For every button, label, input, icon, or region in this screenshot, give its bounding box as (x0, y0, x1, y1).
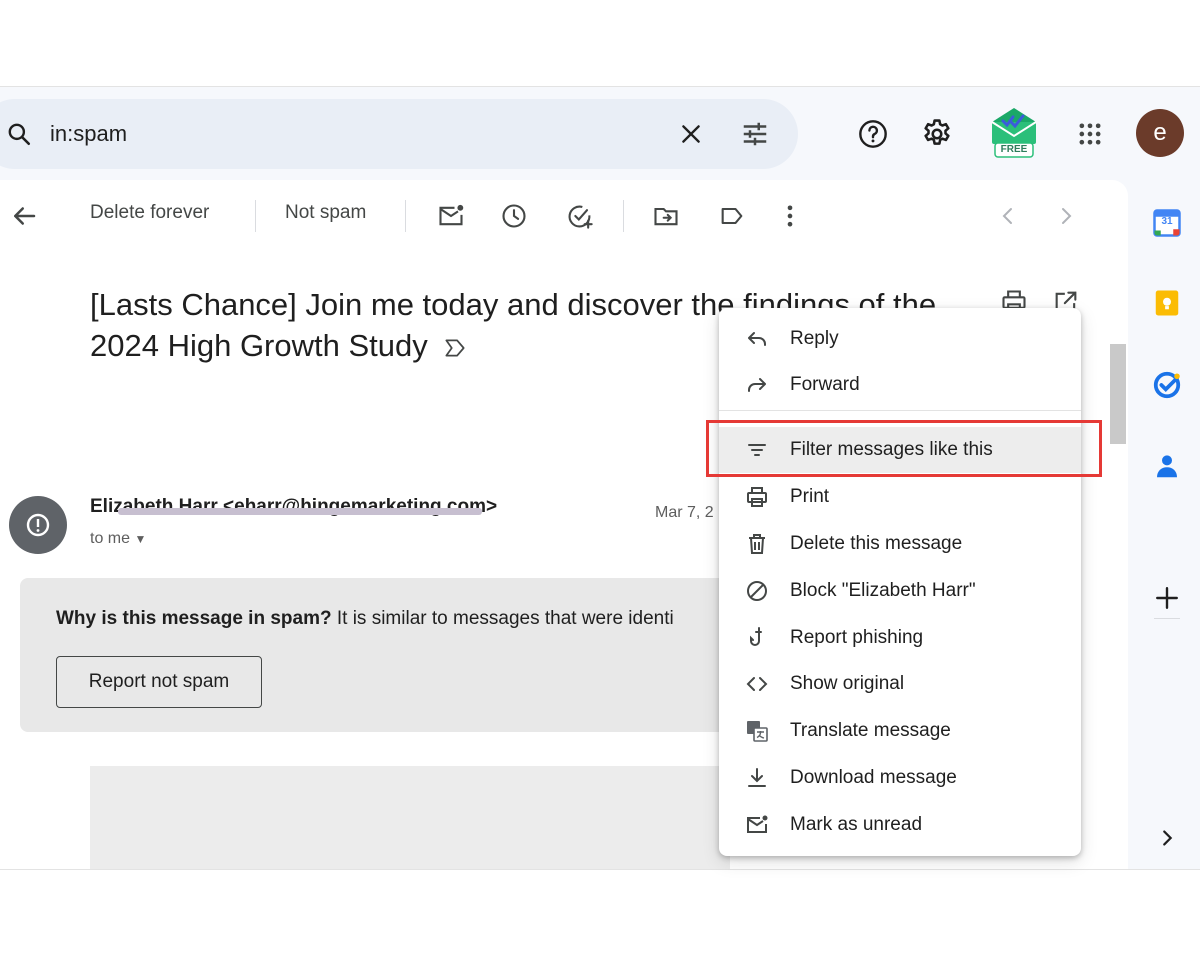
search-bar[interactable]: in:spam (0, 99, 798, 169)
more-options-icon[interactable] (774, 200, 806, 232)
menu-item-label: Reply (790, 328, 839, 349)
download-icon (743, 764, 771, 792)
add-addon-plus-icon[interactable] (1150, 581, 1184, 615)
trash-icon (743, 530, 771, 558)
menu-item-report-phishing[interactable]: Report phishing (719, 615, 1081, 661)
mark-unread-icon (743, 811, 771, 839)
report-not-spam-button[interactable]: Report not spam (56, 656, 262, 708)
menu-item-label: Report phishing (790, 627, 924, 648)
menu-item-label: Translate message (790, 720, 951, 741)
forward-icon (743, 371, 771, 399)
print-icon (743, 483, 771, 511)
menu-item-delete[interactable]: Delete this message (719, 521, 1081, 567)
menu-item-label: Forward (790, 374, 860, 395)
reply-icon (743, 325, 771, 353)
menu-item-label: Mark as unread (790, 814, 923, 835)
menu-item-block-sender[interactable]: Block "Elizabeth Harr" (719, 568, 1081, 614)
back-arrow-icon[interactable] (8, 200, 40, 232)
label-icon[interactable] (716, 200, 748, 232)
redaction-strike (118, 508, 482, 515)
email-body-image-placeholder (90, 766, 730, 869)
tasks-icon[interactable] (1150, 368, 1184, 402)
move-to-folder-icon[interactable] (650, 200, 682, 232)
contacts-icon[interactable] (1150, 449, 1184, 483)
toolbar-divider (255, 200, 256, 232)
menu-item-label: Print (790, 486, 830, 507)
search-query[interactable]: in:spam (50, 121, 127, 147)
extension-badge: FREE (1000, 144, 1028, 155)
menu-item-download[interactable]: Download message (719, 755, 1081, 801)
rail-divider (1154, 618, 1180, 619)
older-chevron-icon[interactable] (1050, 200, 1082, 232)
menu-item-show-original[interactable]: Show original (719, 661, 1081, 707)
phishing-hook-icon (743, 624, 771, 652)
search-options-icon[interactable] (740, 119, 770, 149)
menu-item-reply[interactable]: Reply (719, 316, 1081, 362)
help-icon[interactable] (853, 114, 893, 154)
recipient-text: to me (90, 530, 131, 547)
spam-notice-text: Why is this message in spam? It is simil… (56, 608, 674, 630)
clear-search-icon[interactable] (676, 119, 706, 149)
caret-down-icon[interactable]: ▼ (134, 532, 146, 546)
menu-item-forward[interactable]: Forward (719, 362, 1081, 408)
highlight-annotation-box (706, 420, 1102, 477)
message-date: Mar 7, 2 (655, 504, 714, 521)
menu-separator (719, 410, 1081, 411)
delete-forever-button[interactable]: Delete forever (90, 202, 209, 224)
menu-item-print[interactable]: Print (719, 474, 1081, 520)
mail-tracker-extension-icon[interactable]: FREE (986, 106, 1042, 162)
spam-notice: Why is this message in spam? It is simil… (20, 578, 740, 732)
newer-chevron-icon[interactable] (992, 200, 1024, 232)
scrollbar-thumb[interactable] (1110, 344, 1126, 444)
toolbar-divider (623, 200, 624, 232)
keep-notes-icon[interactable] (1150, 286, 1184, 320)
translate-icon (743, 717, 771, 745)
not-spam-button[interactable]: Not spam (285, 202, 366, 224)
snooze-clock-icon[interactable] (498, 200, 530, 232)
block-icon (743, 577, 771, 605)
calendar-day: 31 (1161, 216, 1173, 227)
settings-gear-icon[interactable] (917, 114, 957, 154)
message-more-menu: Reply Forward Filter messages like this … (719, 308, 1081, 856)
code-icon (743, 670, 771, 698)
menu-item-mark-unread[interactable]: Mark as unread (719, 802, 1081, 848)
search-icon[interactable] (6, 121, 32, 147)
menu-item-label: Delete this message (790, 533, 963, 554)
menu-item-label: Download message (790, 767, 957, 788)
add-task-icon[interactable] (564, 200, 596, 232)
important-marker-icon[interactable] (442, 335, 468, 361)
spam-reason: It is similar to messages that were iden… (331, 608, 674, 629)
sender-avatar[interactable] (9, 496, 67, 554)
spam-question: Why is this message in spam? (56, 608, 332, 629)
apps-grid-icon[interactable] (1070, 114, 1110, 154)
menu-item-label: Show original (790, 673, 905, 694)
recipient-details[interactable]: to me ▼ (90, 530, 146, 548)
menu-item-translate[interactable]: Translate message (719, 708, 1081, 754)
mark-unread-icon[interactable] (435, 200, 467, 232)
message-toolbar: Delete forever Not spam (0, 180, 1128, 252)
show-side-panel-chevron-icon[interactable] (1150, 821, 1184, 855)
calendar-icon[interactable]: 31 (1150, 206, 1184, 240)
toolbar-divider (405, 200, 406, 232)
menu-item-label: Block "Elizabeth Harr" (790, 580, 976, 601)
account-avatar[interactable]: e (1136, 109, 1184, 157)
